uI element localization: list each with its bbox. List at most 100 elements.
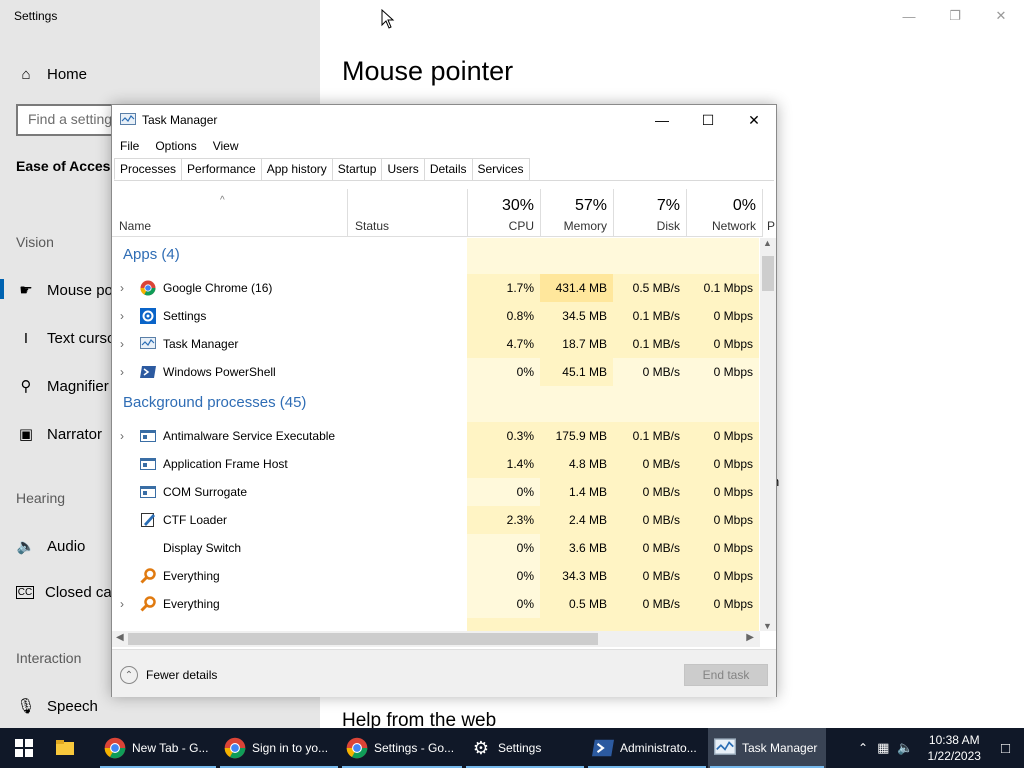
taskbar-chrome-new-tab[interactable]: New Tab - G...: [98, 728, 218, 768]
nav-speech[interactable]: 🎙 Speech: [16, 696, 97, 716]
table-row[interactable]: › Windows PowerShell 0% 45.1 MB 0 MB/s 0…: [112, 358, 759, 386]
service-window-icon: [140, 430, 156, 442]
system-tray: ⌃ ▦ 🔈 10:38 AM 1/22/2023 □: [853, 728, 1024, 768]
tab-processes[interactable]: Processes: [114, 158, 183, 180]
taskbar-task-manager[interactable]: Task Manager: [708, 728, 826, 768]
settings-window-title: Settings: [14, 9, 58, 23]
group-background[interactable]: Background processes (45): [112, 386, 759, 422]
nav-text-cursor[interactable]: I Text cursor: [16, 328, 120, 348]
tm-maximize-button[interactable]: ☐: [685, 105, 731, 135]
tm-close-button[interactable]: ✕: [731, 105, 777, 135]
process-name: Display Switch: [163, 541, 242, 555]
taskbar-settings[interactable]: ⚙ Settings: [464, 728, 586, 768]
settings-close-button[interactable]: ✕: [978, 4, 1024, 28]
taskbar-chrome-sign-in[interactable]: Sign in to yo...: [218, 728, 340, 768]
table-row[interactable]: Application Frame Host 1.4% 4.8 MB 0 MB/…: [112, 450, 759, 478]
menu-view[interactable]: View: [205, 137, 247, 157]
expand-chevron-icon[interactable]: ›: [120, 330, 124, 358]
disk-value: 0.1 MB/s: [613, 302, 686, 330]
home-icon: ⌂: [21, 65, 31, 83]
column-cpu[interactable]: 30% CPU: [467, 189, 540, 237]
column-network[interactable]: 0% Network: [686, 189, 762, 237]
magnifier-icon: ⚲: [20, 378, 32, 395]
nav-magnifier[interactable]: ⚲ Magnifier: [16, 376, 109, 396]
start-button[interactable]: [0, 728, 48, 768]
table-row[interactable]: CTF Loader 2.3% 2.4 MB 0 MB/s 0 Mbps: [112, 506, 759, 534]
scroll-left-icon[interactable]: ◀: [116, 632, 124, 643]
table-row[interactable]: Display Switch 0% 3.6 MB 0 MB/s 0 Mbps: [112, 534, 759, 562]
column-power-partial[interactable]: P: [762, 189, 775, 237]
tm-minimize-button[interactable]: —: [639, 105, 685, 135]
tab-services[interactable]: Services: [471, 158, 530, 180]
taskbar-file-explorer[interactable]: [48, 728, 98, 768]
process-name: Windows PowerShell: [163, 365, 276, 379]
task-manager-icon: [120, 113, 136, 125]
expand-chevron-icon[interactable]: ›: [120, 590, 124, 618]
show-hidden-icons-chevron-icon[interactable]: ⌃: [853, 741, 873, 755]
task-manager-titlebar[interactable]: Task Manager — ☐ ✕: [112, 105, 776, 135]
cpu-value: 0.3%: [467, 422, 540, 450]
tab-startup[interactable]: Startup: [331, 158, 383, 180]
table-row[interactable]: › Google Chrome (16) 1.7% 431.4 MB 0.5 M…: [112, 274, 759, 302]
notifications-icon[interactable]: □: [991, 740, 1024, 757]
group-apps-label: Apps (4): [123, 246, 180, 263]
cpu-value: 0%: [467, 562, 540, 590]
table-row[interactable]: › Settings 0.8% 34.5 MB 0.1 MB/s 0 Mbps: [112, 302, 759, 330]
ctf-loader-icon: [141, 513, 155, 527]
volume-icon[interactable]: 🔈: [893, 740, 917, 756]
scroll-right-icon[interactable]: ▶: [746, 632, 754, 643]
network-icon[interactable]: ▦: [873, 740, 893, 756]
nav-narrator[interactable]: ▣ Narrator: [16, 424, 102, 444]
taskbar-chrome-settings[interactable]: Settings - Go...: [340, 728, 464, 768]
expand-chevron-icon[interactable]: ›: [120, 274, 124, 302]
chevron-up-icon: ⌃: [120, 666, 138, 684]
nav-audio[interactable]: 🔈 Audio: [16, 536, 86, 556]
horizontal-scrollbar[interactable]: ◀ ▶: [112, 631, 760, 647]
process-name: Everything: [163, 597, 220, 611]
table-row[interactable]: COM Surrogate 0% 1.4 MB 0 MB/s 0 Mbps: [112, 478, 759, 506]
column-name[interactable]: Name: [119, 219, 151, 233]
group-band: [467, 238, 759, 274]
vertical-scroll-thumb[interactable]: [762, 256, 774, 291]
disk-value: 0 MB/s: [613, 534, 686, 562]
tab-app-history[interactable]: App history: [260, 158, 333, 180]
expand-chevron-icon[interactable]: ›: [120, 302, 124, 330]
vertical-scrollbar[interactable]: ▲ ▼: [760, 238, 776, 631]
column-status[interactable]: Status: [347, 189, 467, 237]
scroll-up-icon[interactable]: ▲: [763, 238, 772, 248]
memory-value: 45.1 MB: [540, 358, 613, 386]
disk-value: 0.1 MB/s: [613, 422, 686, 450]
everything-search-icon: [140, 568, 156, 584]
clock[interactable]: 10:38 AM 1/22/2023: [918, 732, 991, 764]
network-label: Network: [711, 219, 756, 233]
column-memory[interactable]: 57% Memory: [540, 189, 613, 237]
expand-chevron-icon[interactable]: ›: [120, 358, 124, 386]
menu-file[interactable]: File: [112, 137, 147, 157]
tab-strip: Processes Performance App history Startu…: [114, 158, 774, 181]
tab-details[interactable]: Details: [423, 158, 473, 180]
network-total: 0%: [732, 197, 756, 214]
group-apps[interactable]: Apps (4): [112, 238, 759, 274]
table-row[interactable]: › Antimalware Service Executable 0.3% 17…: [112, 422, 759, 450]
disk-label: Disk: [656, 219, 680, 233]
table-row[interactable]: › Everything 0% 0.5 MB 0 MB/s 0 Mbps: [112, 590, 759, 618]
tab-users[interactable]: Users: [381, 158, 425, 180]
settings-restore-button[interactable]: ❐: [932, 4, 978, 28]
tab-performance[interactable]: Performance: [181, 158, 262, 180]
fewer-details-button[interactable]: ⌃ Fewer details: [120, 666, 217, 684]
horizontal-scroll-thumb[interactable]: [128, 633, 598, 645]
taskbar-powershell[interactable]: Administrato...: [586, 728, 708, 768]
menu-options[interactable]: Options: [147, 137, 204, 157]
table-row[interactable]: Everything 0% 34.3 MB 0 MB/s 0 Mbps: [112, 562, 759, 590]
settings-minimize-button[interactable]: —: [886, 4, 932, 28]
column-disk[interactable]: 7% Disk: [613, 189, 686, 237]
process-name: Everything: [163, 569, 220, 583]
nav-home[interactable]: ⌂ Home: [16, 64, 87, 84]
network-value: 0 Mbps: [686, 506, 759, 534]
table-row[interactable]: › Task Manager 4.7% 18.7 MB 0.1 MB/s 0 M…: [112, 330, 759, 358]
expand-chevron-icon[interactable]: ›: [120, 422, 124, 450]
chrome-icon: [346, 737, 368, 759]
taskbar-label: Administrato...: [620, 741, 697, 755]
end-task-button[interactable]: End task: [684, 664, 768, 686]
scroll-down-icon[interactable]: ▼: [763, 621, 772, 631]
